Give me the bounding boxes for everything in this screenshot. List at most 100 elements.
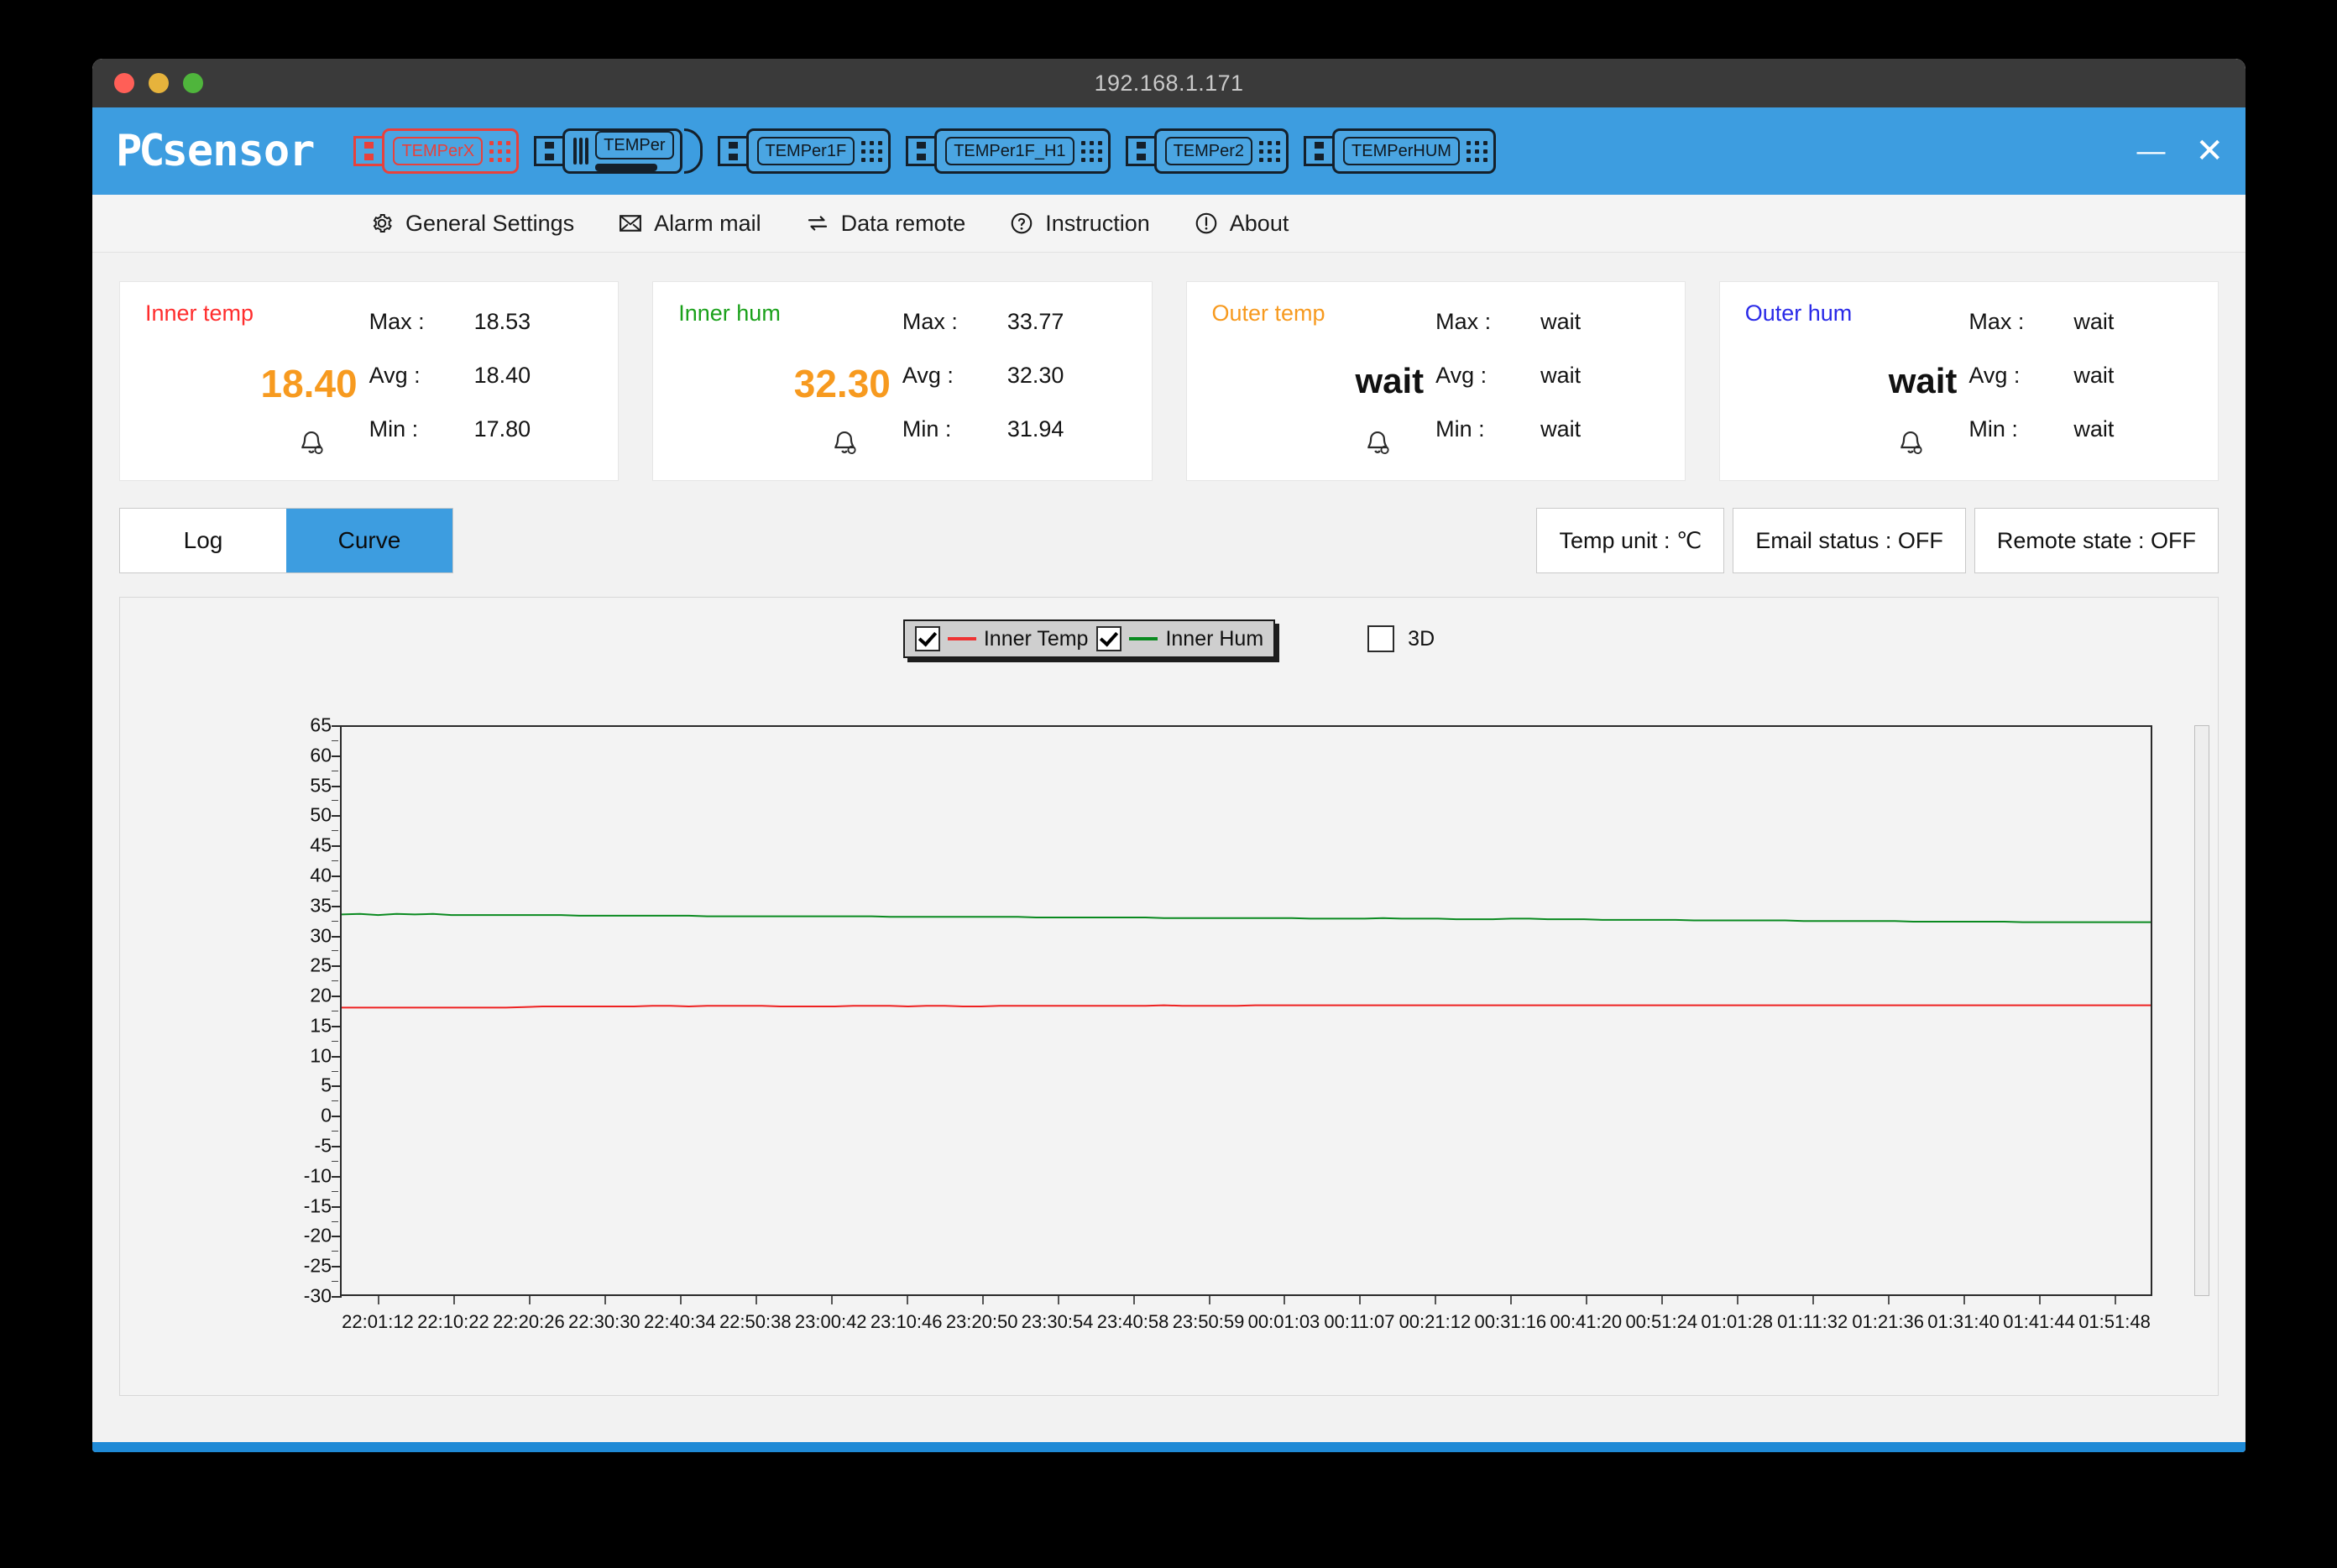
legend-item-inner-hum[interactable]: Inner Hum — [1096, 626, 1263, 651]
usb-plug-icon — [1304, 136, 1333, 166]
threed-checkbox[interactable] — [1367, 625, 1395, 652]
stat-value: 17.80 — [473, 416, 531, 442]
stat-label: Max : — [1968, 309, 2025, 334]
menu-item-label: General Settings — [405, 210, 575, 236]
y-axis-minor-tick — [332, 1220, 338, 1222]
sensor-card-inner-hum: Inner hum 32.30 Max : 33.77 Avg : 32.30 Mi… — [652, 281, 1153, 481]
legend-checkbox-inner-temp[interactable] — [914, 626, 940, 651]
usb-cap-icon — [683, 128, 703, 174]
x-axis-tick — [1359, 1296, 1362, 1304]
y-axis-tick — [332, 1055, 342, 1058]
menu-item-data-remote[interactable]: Data remote — [805, 210, 966, 237]
x-axis-tick — [377, 1296, 379, 1304]
y-axis-tick — [332, 845, 342, 848]
stat-max: Max : 33.77 — [902, 309, 1127, 335]
menu-item-general-settings[interactable]: General Settings — [369, 211, 574, 237]
threed-toggle[interactable]: 3D — [1367, 625, 1435, 652]
device-tab-temperhum[interactable]: TEMPerHUM — [1299, 125, 1500, 177]
y-axis-minor-tick — [332, 980, 338, 982]
temp-unit-button[interactable]: Temp unit : ℃ — [1536, 508, 1725, 573]
card-right: Max : wait Avg : wait Min : wait — [1435, 301, 1660, 480]
card-left: Inner temp 18.40 — [145, 301, 369, 480]
stat-label: Avg : — [369, 363, 421, 388]
x-axis-tick-label: 01:11:32 — [1777, 1311, 1848, 1332]
x-axis-tick — [1057, 1296, 1059, 1304]
x-axis-tick-label: 01:01:28 — [1701, 1311, 1774, 1332]
alarm-bell-icon[interactable] — [1362, 428, 1393, 460]
exchange-arrows-icon — [808, 216, 827, 231]
stat-label: Min : — [1435, 416, 1485, 442]
legend-label-inner-temp: Inner Temp — [983, 626, 1089, 651]
y-axis-minor-tick — [332, 830, 338, 832]
menu-item-label: About — [1229, 210, 1289, 236]
device-label: TEMPerHUM — [1343, 137, 1460, 165]
y-axis-tick — [332, 725, 342, 727]
chart-legend: Inner Temp Inner Hum — [902, 619, 1276, 658]
logo-sensor-text: sensor — [161, 126, 316, 176]
device-label: TEMPer2 — [1164, 137, 1253, 165]
sensor-card-inner-temp: Inner temp 18.40 Max : 18.53 Avg : 18.40 M… — [119, 281, 620, 481]
y-axis-tick-label: 50 — [310, 803, 332, 826]
menu-item-alarm-mail[interactable]: Alarm mail — [618, 211, 761, 237]
device-body: TEMPer1F — [745, 128, 891, 174]
menu-bar: General Settings Alarm mail Data remote … — [92, 195, 2246, 253]
device-tab-temper2[interactable]: TEMPer2 — [1121, 125, 1293, 177]
y-axis-minor-tick — [332, 860, 338, 862]
card-title: Outer temp — [1211, 301, 1325, 326]
device-tab-temper1f[interactable]: TEMPer1F — [714, 125, 896, 177]
minimize-button[interactable]: — — [2136, 137, 2165, 165]
device-tab-temper[interactable]: TEMPer — [530, 125, 706, 177]
x-axis-tick — [1586, 1296, 1588, 1304]
menu-item-about[interactable]: About — [1194, 211, 1289, 237]
y-axis-minor-tick — [332, 1040, 338, 1042]
x-axis-tick-label: 23:50:59 — [1172, 1311, 1245, 1332]
card-current-value: 32.30 — [793, 362, 891, 405]
x-axis-tick — [528, 1296, 531, 1304]
y-axis-tick — [332, 1175, 342, 1178]
stat-value: 33.77 — [1006, 309, 1064, 334]
y-axis-tick-label: -10 — [303, 1164, 332, 1187]
chart-plot-box — [340, 725, 2152, 1296]
view-tab-row: Log Curve Temp unit : ℃ Email status : O… — [92, 481, 2246, 573]
stat-label: Min : — [1968, 416, 2018, 442]
legend-checkbox-inner-hum[interactable] — [1096, 626, 1122, 651]
close-window-button[interactable] — [114, 73, 134, 93]
legend-label-inner-hum: Inner Hum — [1165, 626, 1264, 651]
y-axis-minor-tick — [332, 1100, 338, 1102]
x-axis-tick-label: 23:40:58 — [1096, 1311, 1169, 1332]
menu-item-label: Data remote — [840, 210, 966, 236]
email-status-button[interactable]: Email status : OFF — [1733, 508, 1966, 573]
stat-label: Avg : — [1968, 363, 2021, 388]
y-axis-tick — [332, 965, 342, 968]
menu-item-instruction[interactable]: Instruction — [1009, 211, 1150, 237]
tab-log[interactable]: Log — [120, 509, 286, 572]
remote-state-button[interactable]: Remote state : OFF — [1974, 508, 2219, 573]
alarm-bell-icon[interactable] — [295, 428, 327, 460]
stat-label: Max : — [369, 309, 425, 334]
x-axis-tick — [1888, 1296, 1890, 1304]
legend-item-inner-temp[interactable]: Inner Temp — [914, 626, 1089, 651]
stat-avg: Avg : wait — [1968, 363, 2193, 389]
alarm-bell-icon[interactable] — [829, 428, 860, 460]
zoom-window-button[interactable] — [183, 73, 203, 93]
close-button[interactable]: ✕ — [2195, 134, 2224, 168]
device-tab-temperx[interactable]: TEMPerX — [349, 125, 523, 177]
y-axis-minor-tick — [332, 920, 338, 922]
stat-max: Max : wait — [1968, 309, 2193, 335]
device-tab-temper1f-h1[interactable]: TEMPer1F_H1 — [902, 125, 1114, 177]
usb-plug-icon — [1125, 136, 1154, 166]
x-axis-tick-label: 22:30:30 — [568, 1311, 640, 1332]
minimize-window-button[interactable] — [149, 73, 169, 93]
chart-vertical-scrollbar[interactable] — [2194, 725, 2209, 1296]
stat-label: Min : — [902, 416, 952, 442]
alarm-bell-icon[interactable] — [1895, 428, 1927, 460]
envelope-icon — [620, 215, 642, 232]
legend-color-swatch-inner-hum — [1129, 637, 1158, 640]
device-body: TEMPer — [562, 128, 703, 174]
tab-curve[interactable]: Curve — [286, 509, 452, 572]
x-axis-tick — [1737, 1296, 1739, 1304]
x-axis-tick — [2115, 1296, 2117, 1304]
x-axis-tick-label: 23:30:54 — [1021, 1311, 1094, 1332]
x-axis-tick-label: 00:01:03 — [1247, 1311, 1320, 1332]
x-axis-tick-label: 00:21:12 — [1399, 1311, 1472, 1332]
